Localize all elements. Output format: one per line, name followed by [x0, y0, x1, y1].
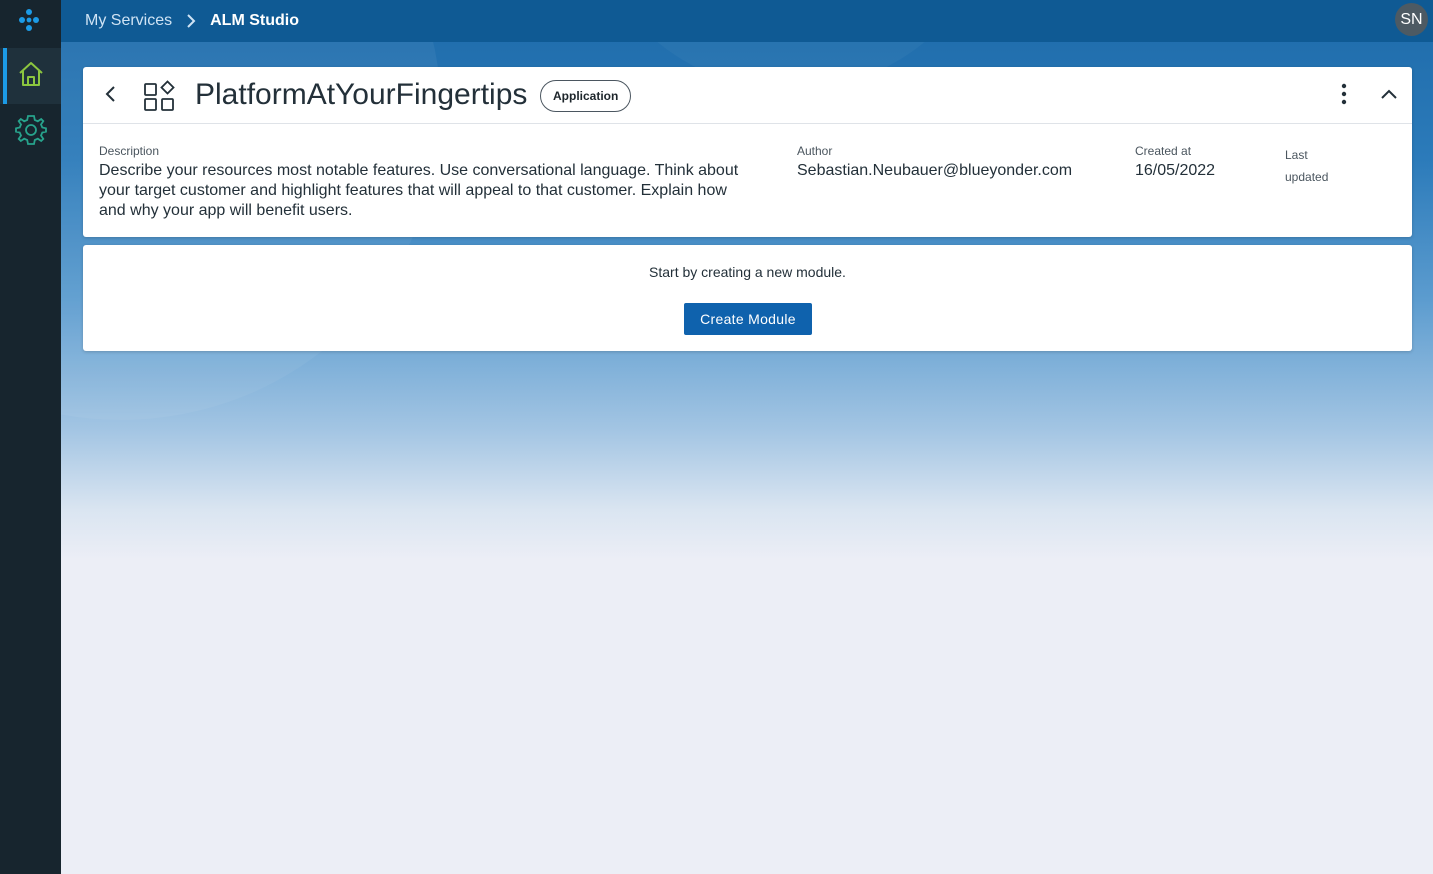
description-text: Describe your resources most notable fea… — [99, 162, 739, 219]
breadcrumb-my-services[interactable]: My Services — [85, 12, 172, 30]
sidebar-item-home[interactable] — [0, 48, 61, 104]
chevron-up-icon — [1380, 87, 1398, 105]
collapse-button[interactable] — [1376, 83, 1402, 109]
chevron-right-icon — [186, 13, 196, 29]
top-bar: My Services ALM Studio SN — [61, 0, 1433, 42]
sidebar-item-settings[interactable] — [0, 104, 61, 160]
application-card: PlatformAtYourFingertips Application Des… — [83, 67, 1412, 237]
apps-icon — [143, 80, 175, 112]
description-label: Description — [99, 144, 160, 158]
last-updated-label: Last updated — [1285, 148, 1329, 184]
author-value: Sebastian.Neubauer@blueyonder.com — [797, 162, 1073, 179]
chevron-left-icon — [104, 85, 116, 108]
author-label: Author — [797, 144, 833, 158]
breadcrumb-alm-studio[interactable]: ALM Studio — [210, 12, 299, 30]
created-at-label: Created at — [1135, 144, 1192, 158]
avatar[interactable]: SN — [1395, 3, 1428, 36]
more-vertical-icon — [1341, 83, 1347, 110]
type-badge: Application — [540, 80, 632, 112]
create-module-button[interactable]: Create Module — [684, 303, 812, 335]
back-button[interactable] — [97, 83, 123, 109]
empty-state-text: Start by creating a new module. — [649, 264, 846, 280]
created-at-value: 16/05/2022 — [1135, 162, 1216, 179]
home-icon — [17, 60, 45, 93]
side-rail — [0, 0, 61, 874]
brand-logo-icon[interactable] — [16, 7, 42, 33]
application-card-header: PlatformAtYourFingertips Application — [83, 67, 1412, 124]
page-title: PlatformAtYourFingertips — [195, 78, 528, 111]
more-options-button[interactable] — [1332, 83, 1356, 109]
modules-card: Start by creating a new module. Create M… — [83, 245, 1412, 351]
gear-icon — [14, 114, 47, 151]
